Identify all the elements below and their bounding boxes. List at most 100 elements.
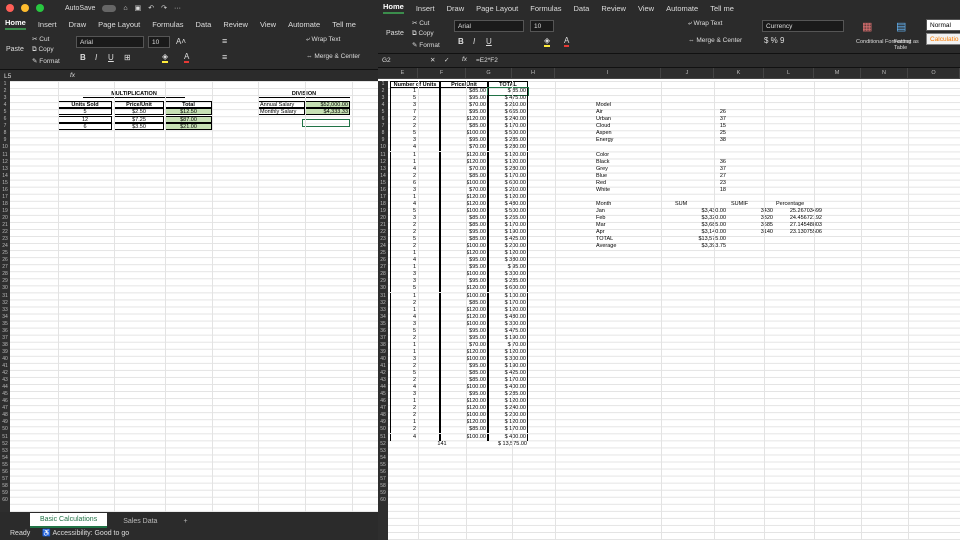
model-count[interactable]: 38 xyxy=(678,137,726,144)
sales-cell[interactable]: $100.00 xyxy=(440,355,488,363)
row-header[interactable]: 20 xyxy=(0,215,10,222)
sales-cell[interactable]: $85.00 xyxy=(440,377,488,385)
row-header[interactable]: 41 xyxy=(378,363,388,370)
sheet-tab-basic-calculations[interactable]: Basic Calculations xyxy=(30,513,108,528)
row-header[interactable]: 2 xyxy=(0,88,10,95)
sales-cell[interactable]: $100.00 xyxy=(440,320,488,328)
sales-cell[interactable]: 2 xyxy=(390,299,440,307)
sales-cell[interactable]: $ 425.00 xyxy=(488,370,528,378)
row-header[interactable]: 3 xyxy=(0,95,10,102)
sales-cell[interactable]: $ 500.00 xyxy=(488,207,528,215)
sales-cell[interactable]: 1 xyxy=(390,292,440,300)
sales-cell[interactable]: 1 xyxy=(390,193,440,201)
month-percentage[interactable]: 24.45672192 xyxy=(776,215,822,222)
format-as-table-button[interactable]: Format as Table xyxy=(894,39,920,51)
sales-cell[interactable]: $ 285.00 xyxy=(488,391,528,399)
sales-cell[interactable]: $120.00 xyxy=(440,313,488,321)
row-header[interactable]: 59 xyxy=(0,490,10,497)
ribbon-tab-draw[interactable]: Draw xyxy=(69,20,87,29)
row-header[interactable]: 27 xyxy=(378,264,388,271)
row-header[interactable]: 47 xyxy=(0,405,10,412)
ribbon-tab-page-layout[interactable]: Page Layout xyxy=(98,20,140,29)
accessibility-icon[interactable]: ♿ xyxy=(42,530,51,537)
row-header[interactable]: 42 xyxy=(0,370,10,377)
sales-cell[interactable]: $120.00 xyxy=(440,151,488,159)
sales-cell[interactable]: 1 xyxy=(390,306,440,314)
row-header[interactable]: 40 xyxy=(378,356,388,363)
row-header[interactable]: 17 xyxy=(0,194,10,201)
sales-cell[interactable]: 1 xyxy=(390,264,440,272)
increase-font-icon[interactable]: A˄ xyxy=(176,37,186,46)
font-name-select[interactable]: Arial xyxy=(76,36,144,48)
ribbon-tab-view[interactable]: View xyxy=(638,4,654,13)
name-box-right[interactable]: G2 xyxy=(382,57,391,64)
sales-cell[interactable]: $85.00 xyxy=(440,214,488,222)
sales-cell[interactable]: 2 xyxy=(390,377,440,385)
sales-cell[interactable]: 4 xyxy=(390,257,440,265)
sales-cell[interactable]: 4 xyxy=(390,144,440,152)
average-value[interactable]: $3,393.75 xyxy=(678,243,726,250)
row-header[interactable]: 60 xyxy=(378,497,388,504)
sales-cell[interactable]: $ 480.00 xyxy=(488,200,528,208)
sales-cell[interactable]: 5 xyxy=(390,95,440,103)
sales-cell[interactable]: 1 xyxy=(390,341,440,349)
row-header[interactable]: 11 xyxy=(0,152,10,159)
sales-cell[interactable]: $ 170.00 xyxy=(488,426,528,434)
ribbon-tab-tell-me[interactable]: Tell me xyxy=(332,20,356,29)
column-header-g[interactable]: G xyxy=(466,68,512,79)
sales-cell[interactable]: $ 400.00 xyxy=(488,433,528,441)
sales-cell[interactable]: $85.00 xyxy=(440,370,488,378)
right-sheet-grid[interactable]: 1 2 3 4 5 6 7 8 9 10 11 12 13 14 15 16 17 18 19 20 21 22 23 24 2… xyxy=(378,81,960,540)
color-count[interactable]: 36 xyxy=(678,159,726,166)
italic-button-right[interactable]: I xyxy=(473,37,475,46)
mult-cell[interactable]: 6 xyxy=(58,122,112,130)
row-header[interactable]: 46 xyxy=(378,398,388,405)
column-header-j[interactable]: J xyxy=(661,68,714,79)
mult-cell[interactable]: 12 xyxy=(58,115,112,123)
align-left-icon[interactable]: ≡ xyxy=(222,52,227,62)
row-header[interactable]: 33 xyxy=(378,307,388,314)
sales-cell[interactable]: 4 xyxy=(390,200,440,208)
column-header-i[interactable]: I xyxy=(555,68,661,79)
sales-cell[interactable]: $ 600.00 xyxy=(488,285,528,293)
row-header[interactable]: 36 xyxy=(378,328,388,335)
function-icon[interactable]: fx xyxy=(70,72,75,79)
sales-cell[interactable]: $ 285.00 xyxy=(488,278,528,286)
row-header[interactable]: 34 xyxy=(0,314,10,321)
sales-cell[interactable]: $70.00 xyxy=(440,186,488,194)
model-count[interactable]: 25 xyxy=(678,130,726,137)
row-header[interactable]: 49 xyxy=(378,419,388,426)
row-header[interactable]: 43 xyxy=(378,377,388,384)
mult-cell[interactable]: $7.25 xyxy=(114,115,164,123)
sales-cell[interactable]: $ 280.00 xyxy=(488,165,528,173)
cut-button[interactable]: ✂ Cut xyxy=(32,35,49,43)
row-header[interactable]: 48 xyxy=(0,412,10,419)
minimize-icon[interactable] xyxy=(21,4,29,12)
sales-cell[interactable]: 2 xyxy=(390,412,440,420)
month-sumif[interactable]: 3320 xyxy=(728,215,773,222)
sales-cell[interactable]: $85.00 xyxy=(440,426,488,434)
row-header[interactable]: 4 xyxy=(0,102,10,109)
sales-cell[interactable]: 3 xyxy=(390,391,440,399)
format-table-icon[interactable]: ▤ xyxy=(896,20,906,33)
sales-cell[interactable]: $ 480.00 xyxy=(488,313,528,321)
color-count[interactable]: 27 xyxy=(678,173,726,180)
sales-cell[interactable]: $ 120.00 xyxy=(488,348,528,356)
sales-cell[interactable]: $95.00 xyxy=(440,327,488,335)
color-count[interactable]: 37 xyxy=(678,166,726,173)
row-header[interactable]: 26 xyxy=(378,257,388,264)
sales-cell[interactable]: $85.00 xyxy=(440,236,488,244)
column-header-n[interactable]: N xyxy=(861,68,908,79)
sheet-tab-sales-data[interactable]: Sales Data xyxy=(113,515,167,528)
row-header[interactable]: 22 xyxy=(0,229,10,236)
sales-cell[interactable]: $ 190.00 xyxy=(488,363,528,370)
sales-cell[interactable]: 2 xyxy=(390,334,440,342)
sales-cell[interactable]: 2 xyxy=(390,229,440,237)
row-header[interactable]: 22 xyxy=(378,229,388,236)
sales-cell[interactable]: $ 100.00 xyxy=(488,292,528,300)
row-header[interactable]: 10 xyxy=(378,144,388,151)
row-header[interactable]: 52 xyxy=(0,441,10,448)
sales-cell[interactable]: $100.00 xyxy=(440,130,488,138)
fill-color-icon[interactable]: ◈ xyxy=(162,52,169,63)
sales-cell[interactable]: $100.00 xyxy=(440,412,488,420)
